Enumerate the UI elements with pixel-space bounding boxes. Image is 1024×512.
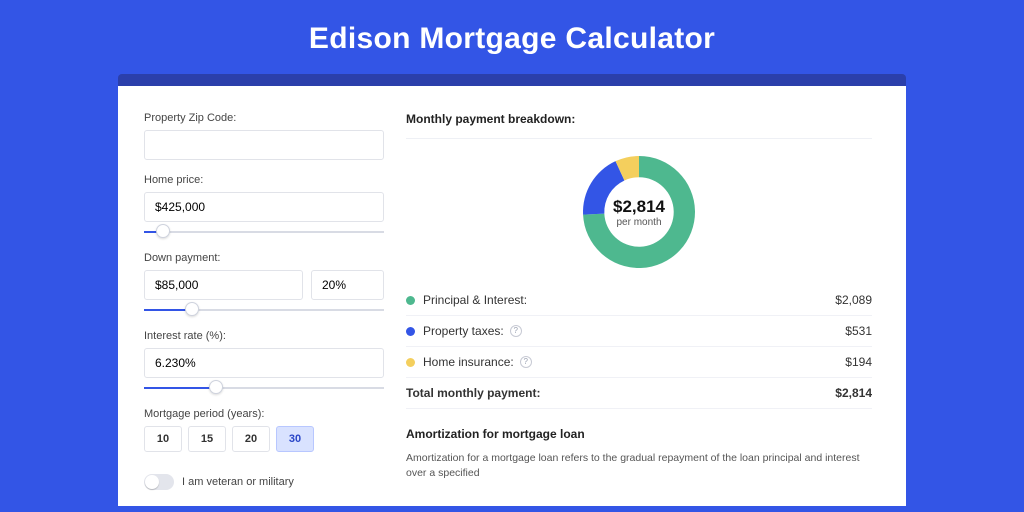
- info-icon[interactable]: ?: [520, 356, 532, 368]
- slider-thumb[interactable]: [185, 302, 199, 316]
- zip-field: Property Zip Code:: [144, 112, 384, 160]
- total-value: $2,814: [835, 386, 872, 400]
- total-label: Total monthly payment:: [406, 386, 540, 400]
- zip-label: Property Zip Code:: [144, 112, 384, 124]
- rate-label: Interest rate (%):: [144, 330, 384, 342]
- legend-label: Home insurance:: [423, 355, 514, 369]
- legend-dot: [406, 296, 415, 305]
- legend-value: $2,089: [835, 293, 872, 307]
- period-option[interactable]: 15: [188, 426, 226, 452]
- amort-text: Amortization for a mortgage loan refers …: [406, 451, 872, 481]
- amort-title: Amortization for mortgage loan: [406, 427, 872, 441]
- rate-field: Interest rate (%):: [144, 330, 384, 394]
- legend-value: $531: [845, 324, 872, 338]
- donut-center: $2,814 per month: [578, 151, 700, 273]
- donut-total: $2,814: [613, 197, 665, 217]
- veteran-label: I am veteran or military: [182, 476, 294, 488]
- period-field: Mortgage period (years): 10152030: [144, 408, 384, 452]
- input-form: Property Zip Code: Home price: Down paym…: [144, 112, 384, 506]
- period-option[interactable]: 10: [144, 426, 182, 452]
- period-option[interactable]: 30: [276, 426, 314, 452]
- price-input[interactable]: [144, 192, 384, 222]
- legend-label: Property taxes:: [423, 324, 504, 338]
- veteran-row: I am veteran or military: [144, 474, 384, 490]
- calculator-panel: Property Zip Code: Home price: Down paym…: [118, 86, 906, 506]
- legend-total-row: Total monthly payment: $2,814: [406, 378, 872, 409]
- down-label: Down payment:: [144, 252, 384, 264]
- amortization-section: Amortization for mortgage loan Amortizat…: [406, 427, 872, 481]
- legend-row: Principal & Interest: $2,089: [406, 285, 872, 316]
- info-icon[interactable]: ?: [510, 325, 522, 337]
- down-pct-input[interactable]: [311, 270, 384, 300]
- page-title: Edison Mortgage Calculator: [0, 0, 1024, 74]
- legend-dot: [406, 358, 415, 367]
- payment-donut-chart: $2,814 per month: [578, 151, 700, 273]
- breakdown-legend: Principal & Interest: $2,089 Property taxe…: [406, 285, 872, 409]
- legend-value: $194: [845, 355, 872, 369]
- donut-container: $2,814 per month: [406, 151, 872, 273]
- legend-label: Principal & Interest:: [423, 293, 527, 307]
- slider-thumb[interactable]: [156, 224, 170, 238]
- price-field: Home price:: [144, 174, 384, 238]
- legend-dot: [406, 327, 415, 336]
- price-label: Home price:: [144, 174, 384, 186]
- legend-row: Property taxes:? $531: [406, 316, 872, 347]
- legend-row: Home insurance:? $194: [406, 347, 872, 378]
- breakdown-title: Monthly payment breakdown:: [406, 112, 872, 139]
- rate-input[interactable]: [144, 348, 384, 378]
- rate-slider[interactable]: [144, 382, 384, 394]
- breakdown-pane: Monthly payment breakdown: $2,814 per mo…: [406, 112, 872, 506]
- period-buttons: 10152030: [144, 426, 384, 452]
- veteran-toggle[interactable]: [144, 474, 174, 490]
- down-input[interactable]: [144, 270, 303, 300]
- period-label: Mortgage period (years):: [144, 408, 384, 420]
- panel-shadow: Property Zip Code: Home price: Down paym…: [118, 74, 906, 506]
- down-field: Down payment:: [144, 252, 384, 316]
- period-option[interactable]: 20: [232, 426, 270, 452]
- slider-thumb[interactable]: [209, 380, 223, 394]
- donut-sublabel: per month: [616, 217, 661, 228]
- down-slider[interactable]: [144, 304, 384, 316]
- zip-input[interactable]: [144, 130, 384, 160]
- price-slider[interactable]: [144, 226, 384, 238]
